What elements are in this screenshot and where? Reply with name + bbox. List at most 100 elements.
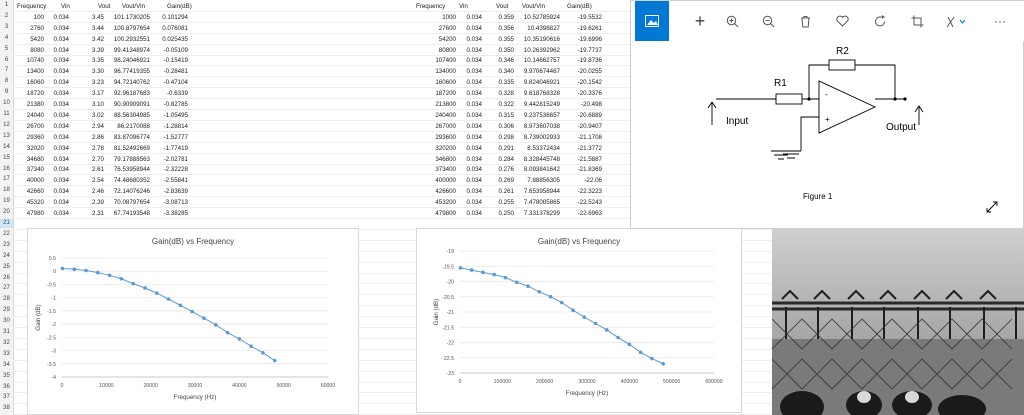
table-cell[interactable]: 0.284 xyxy=(484,155,514,164)
row-number[interactable]: 3 xyxy=(0,23,13,32)
table-cell[interactable]: 240400 xyxy=(414,111,456,120)
row-number[interactable]: 1 xyxy=(0,1,13,10)
data-point[interactable] xyxy=(571,308,575,312)
table-cell[interactable]: 86.2170088 xyxy=(106,122,150,131)
table-cell[interactable]: 453200 xyxy=(414,198,456,207)
table-cell[interactable]: 40000 xyxy=(14,176,44,185)
row-number[interactable]: 22 xyxy=(0,230,13,239)
table-cell[interactable]: -22.3223 xyxy=(562,187,602,196)
row-number[interactable]: 8 xyxy=(0,77,13,86)
table-cell[interactable]: 3.17 xyxy=(74,89,104,98)
data-point[interactable] xyxy=(593,321,598,326)
table-cell[interactable]: 3.45 xyxy=(74,13,104,22)
table-cell[interactable]: 0.034 xyxy=(460,100,482,109)
zoom-in-icon[interactable] xyxy=(715,1,749,41)
crop-icon[interactable] xyxy=(900,1,934,41)
table-cell[interactable]: 3.44 xyxy=(74,24,104,33)
row-number[interactable]: 11 xyxy=(0,110,13,119)
table-cell[interactable]: -20.3376 xyxy=(562,89,602,98)
table-cell[interactable]: 0.034 xyxy=(460,133,482,142)
table-cell[interactable]: -2.83639 xyxy=(152,187,188,196)
data-point[interactable] xyxy=(481,270,485,275)
table-cell[interactable]: -3.08713 xyxy=(152,198,188,207)
table-cell[interactable]: -0.05109 xyxy=(152,46,188,55)
table-cell[interactable]: 0.034 xyxy=(460,209,482,218)
table-cell[interactable]: 0.034 xyxy=(46,56,69,65)
table-cell[interactable]: 0.350 xyxy=(484,46,514,55)
data-point[interactable] xyxy=(458,266,463,270)
table-cell[interactable]: 0.034 xyxy=(460,187,482,196)
table-cell[interactable]: 0.034 xyxy=(460,198,482,207)
table-cell[interactable]: 0.340 xyxy=(484,67,514,76)
table-cell[interactable]: -2.02781 xyxy=(152,155,188,164)
column-header[interactable]: Vout xyxy=(496,2,508,11)
table-cell[interactable]: 0.034 xyxy=(46,155,69,164)
row-number[interactable]: 5 xyxy=(0,45,13,54)
row-number[interactable]: 34 xyxy=(0,361,13,370)
row-number[interactable]: 14 xyxy=(0,143,13,152)
data-point[interactable] xyxy=(143,286,147,290)
table-cell[interactable]: 1000 xyxy=(414,13,456,22)
table-cell[interactable]: -19.7737 xyxy=(562,46,602,55)
table-cell[interactable]: 27600 xyxy=(414,24,456,33)
column-header[interactable]: Gain(dB) xyxy=(567,2,592,11)
table-cell[interactable]: 0.034 xyxy=(460,89,482,98)
table-cell[interactable]: 0.034 xyxy=(46,209,69,218)
table-cell[interactable]: -20.0255 xyxy=(562,67,602,76)
table-cell[interactable]: 34680 xyxy=(14,155,44,164)
table-cell[interactable]: 0.034 xyxy=(460,144,482,153)
row-number[interactable]: 35 xyxy=(0,372,13,381)
data-point[interactable] xyxy=(213,323,218,327)
row-number[interactable]: 4 xyxy=(0,34,13,43)
data-point[interactable] xyxy=(492,272,497,277)
table-cell[interactable]: 0.034 xyxy=(46,198,69,207)
table-cell[interactable]: 0.034 xyxy=(46,78,69,87)
table-cell[interactable]: 81.52492669 xyxy=(106,144,150,153)
table-cell[interactable]: 2.78 xyxy=(74,144,104,153)
data-point[interactable] xyxy=(272,358,277,363)
table-cell[interactable]: 42660 xyxy=(14,187,44,196)
data-point[interactable] xyxy=(131,281,135,286)
row-number[interactable]: 26 xyxy=(0,274,13,283)
table-cell[interactable]: 293600 xyxy=(414,133,456,142)
table-cell[interactable]: 10.26392962 xyxy=(515,46,560,55)
table-cell[interactable]: 3.02 xyxy=(74,111,104,120)
row-number[interactable]: 29 xyxy=(0,306,13,315)
table-cell[interactable]: 160600 xyxy=(414,78,456,87)
table-cell[interactable]: 0.034 xyxy=(46,89,69,98)
table-cell[interactable]: -1.05495 xyxy=(152,111,188,120)
column-header[interactable]: Vin xyxy=(459,2,468,11)
data-point[interactable] xyxy=(60,266,65,271)
table-cell[interactable]: 0.034 xyxy=(460,46,482,55)
data-point[interactable] xyxy=(638,350,643,355)
table-cell[interactable]: 10.14662757 xyxy=(515,56,560,65)
table-cell[interactable]: 9.618768328 xyxy=(515,89,560,98)
column-header[interactable]: Vout xyxy=(98,2,110,11)
table-cell[interactable]: 94.72140762 xyxy=(106,78,150,87)
table-cell[interactable]: 9.824046921 xyxy=(515,78,560,87)
chart-gain-vs-frequency-low[interactable]: Gain(dB) vs Frequency 0.5 0 -0.5 -1 -1.5 -2 -2… xyxy=(27,228,359,415)
table-cell[interactable]: -19.6261 xyxy=(562,24,602,33)
row-number[interactable]: 24 xyxy=(0,252,13,261)
table-cell[interactable]: -0.15419 xyxy=(152,56,188,65)
row-number[interactable]: 33 xyxy=(0,350,13,359)
table-cell[interactable]: 3.42 xyxy=(74,35,104,44)
row-number[interactable]: 6 xyxy=(0,56,13,65)
data-point[interactable] xyxy=(514,280,519,285)
data-point[interactable] xyxy=(119,276,124,281)
table-cell[interactable]: -19.5532 xyxy=(562,13,602,22)
table-cell[interactable]: 24040 xyxy=(14,111,44,120)
table-cell[interactable]: 10.52785924 xyxy=(515,13,560,22)
row-number[interactable]: 15 xyxy=(0,154,13,163)
table-cell[interactable]: 426600 xyxy=(414,187,456,196)
table-cell[interactable]: 26700 xyxy=(14,122,44,131)
data-point[interactable] xyxy=(537,289,542,294)
table-cell[interactable]: -21.8369 xyxy=(562,165,602,174)
table-cell[interactable]: 10.4398827 xyxy=(515,24,560,33)
data-point[interactable] xyxy=(548,294,553,299)
table-cell[interactable]: 0.328 xyxy=(484,89,514,98)
table-cell[interactable]: 101.1730205 xyxy=(106,13,150,22)
table-cell[interactable]: 0.359 xyxy=(484,13,514,22)
table-cell[interactable]: 54200 xyxy=(414,35,456,44)
table-cell[interactable]: 7.88856305 xyxy=(515,176,560,185)
